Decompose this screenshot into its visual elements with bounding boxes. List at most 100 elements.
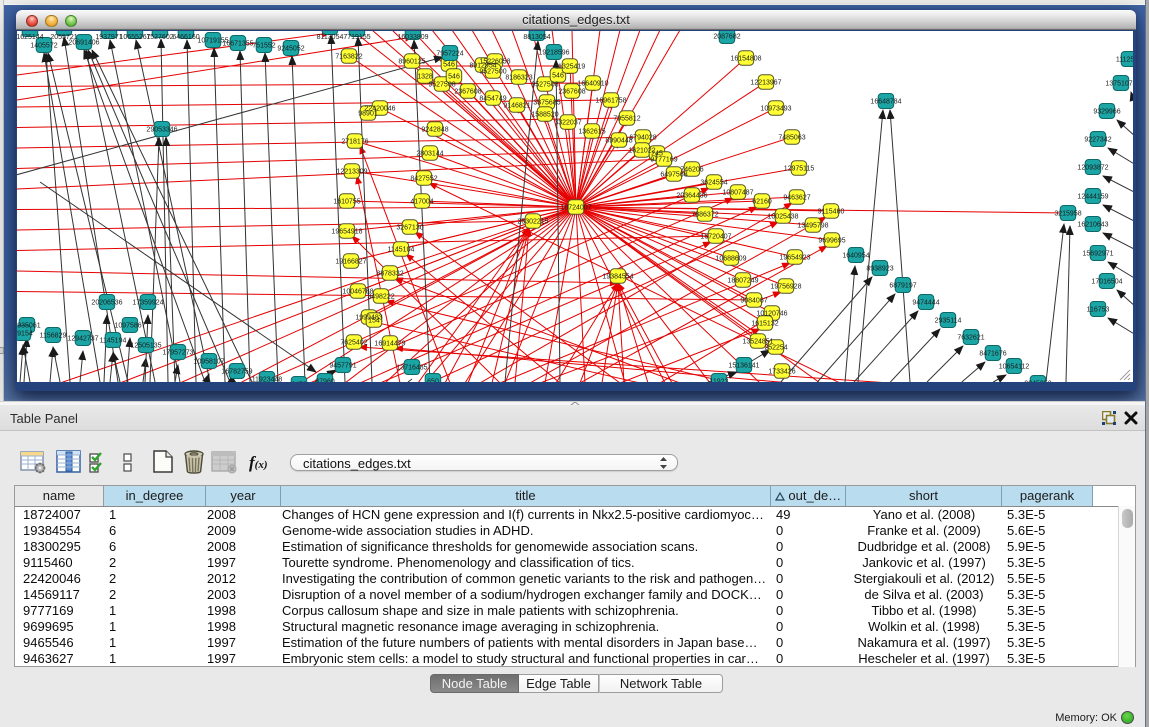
svg-text:546: 546 [448, 74, 460, 81]
svg-text:7163822: 7163822 [335, 54, 362, 61]
svg-text:16154808: 16154808 [730, 56, 761, 63]
svg-text:3267130: 3267130 [396, 225, 423, 232]
svg-text:17957273: 17957273 [162, 350, 193, 357]
svg-text:10025438: 10025438 [767, 214, 798, 221]
svg-text:62160: 62160 [752, 199, 772, 206]
svg-text:1625144: 1625144 [17, 34, 44, 41]
svg-text:1405572: 1405572 [30, 43, 57, 50]
svg-text:8427552: 8427552 [410, 176, 437, 183]
svg-text:546: 546 [552, 73, 564, 80]
svg-text:1112503: 1112503 [1116, 57, 1133, 64]
svg-text:1935061: 1935061 [17, 323, 41, 330]
svg-text:19384554: 19384554 [602, 274, 633, 281]
svg-text:9699695: 9699695 [818, 238, 845, 245]
svg-text:6497568: 6497568 [660, 172, 687, 179]
svg-text:2935114: 2935114 [935, 318, 962, 325]
svg-text:39154: 39154 [17, 331, 33, 338]
svg-text:12975115: 12975115 [784, 166, 815, 173]
svg-text:10688609: 10688609 [715, 256, 746, 263]
svg-text:2450: 2450 [291, 382, 307, 383]
svg-text:2367608: 2367608 [454, 89, 481, 96]
svg-text:6466160: 6466160 [172, 34, 199, 41]
svg-text:546: 546 [443, 62, 455, 69]
svg-text:8990448: 8990448 [605, 138, 632, 145]
svg-text:9084067: 9084067 [740, 298, 767, 305]
svg-text:9527500: 9527500 [479, 69, 506, 76]
svg-text:751552: 751552 [252, 43, 275, 50]
svg-text:9457791: 9457791 [329, 363, 356, 370]
svg-text:1328: 1328 [417, 74, 433, 81]
svg-text:1640954: 1640954 [842, 253, 869, 260]
svg-text:18807249: 18807249 [727, 278, 758, 285]
svg-text:17016504: 17016504 [1091, 279, 1122, 286]
svg-text:9527508: 9527508 [428, 82, 455, 89]
svg-text:16961758: 16961758 [595, 98, 626, 105]
svg-text:13751074: 13751074 [1105, 81, 1133, 88]
svg-text:8454749: 8454749 [479, 96, 506, 103]
svg-text:8471676: 8471676 [979, 351, 1006, 358]
svg-text:9245052: 9245052 [277, 46, 304, 53]
svg-text:8186323: 8186323 [505, 75, 532, 82]
svg-text:7886372: 7886372 [691, 212, 718, 219]
svg-text:16671355: 16671355 [222, 41, 253, 48]
svg-text:87960: 87960 [315, 379, 335, 383]
svg-text:16782759: 16782759 [221, 369, 252, 376]
svg-text:15692971: 15692971 [1082, 251, 1113, 258]
svg-text:6879197: 6879197 [889, 283, 916, 290]
svg-text:1156829: 1156829 [40, 333, 67, 340]
svg-text:2087682: 2087682 [713, 34, 740, 41]
svg-text:16640910: 16640910 [577, 81, 608, 88]
svg-text:9245052: 9245052 [1024, 381, 1051, 383]
svg-text:98901: 98901 [358, 111, 378, 118]
svg-text:8113054: 8113054 [317, 34, 344, 41]
svg-text:2367608: 2367608 [558, 89, 585, 96]
svg-text:10958107: 10958107 [193, 359, 224, 366]
svg-text:7632621: 7632621 [957, 335, 984, 342]
svg-text:3215958: 3215958 [1054, 211, 1081, 218]
svg-text:1610755: 1610755 [333, 199, 360, 206]
svg-text:10120746: 10120746 [756, 311, 787, 318]
svg-text:1145104: 1145104 [388, 247, 415, 254]
svg-text:3375685: 3375685 [533, 100, 560, 107]
svg-text:7719155: 7719155 [343, 34, 370, 41]
svg-text:9227342: 9227342 [1084, 137, 1111, 144]
svg-text:1733426: 1733426 [768, 369, 795, 376]
svg-text:3624554: 3624554 [700, 180, 727, 187]
svg-text:1588520: 1588520 [531, 112, 558, 119]
svg-text:8960125: 8960125 [398, 59, 425, 66]
svg-text:19756928: 19756928 [770, 284, 801, 291]
svg-text:18724007: 18724007 [560, 205, 591, 212]
svg-text:16033809: 16033809 [397, 34, 428, 41]
svg-text:15720407: 15720407 [700, 234, 731, 241]
svg-text:252254: 252254 [764, 345, 787, 352]
svg-text:9474444: 9474444 [912, 300, 939, 307]
svg-text:11923: 11923 [710, 379, 729, 383]
svg-text:9527508: 9527508 [531, 82, 558, 89]
svg-text:15226058: 15226058 [479, 59, 510, 66]
svg-text:7957224: 7957224 [436, 51, 463, 58]
svg-text:12505135: 12505135 [130, 343, 161, 350]
svg-text:11923448: 11923448 [252, 377, 283, 383]
svg-text:20206536: 20206536 [91, 300, 122, 307]
svg-text:25302215: 25302215 [517, 219, 548, 226]
svg-text:1615132: 1615132 [751, 321, 778, 328]
svg-text:1362615: 1362615 [578, 129, 605, 136]
svg-text:7625402: 7625402 [340, 340, 367, 347]
svg-text:17359924: 17359924 [132, 300, 163, 307]
svg-text:19654918: 19654918 [331, 229, 362, 236]
svg-text:12213309: 12213309 [336, 169, 367, 176]
svg-text:3498222: 3498222 [367, 294, 394, 301]
svg-text:16914479: 16914479 [374, 341, 405, 348]
svg-text:9329966: 9329966 [1093, 109, 1120, 116]
svg-text:9115460: 9115460 [818, 209, 845, 216]
svg-text:10807487: 10807487 [722, 190, 753, 197]
svg-text:12093872: 12093872 [1077, 165, 1108, 172]
svg-text:19218596: 19218596 [538, 50, 569, 57]
svg-text:19166827: 19166827 [335, 259, 366, 266]
svg-text:19654923: 19654923 [779, 255, 810, 262]
svg-text:9777169: 9777169 [650, 157, 677, 164]
svg-text:16210643: 16210643 [1077, 222, 1108, 229]
svg-text:2803144: 2803144 [416, 151, 443, 158]
svg-text:10654112: 10654112 [999, 364, 1030, 371]
svg-text:29053346: 29053346 [146, 127, 177, 134]
